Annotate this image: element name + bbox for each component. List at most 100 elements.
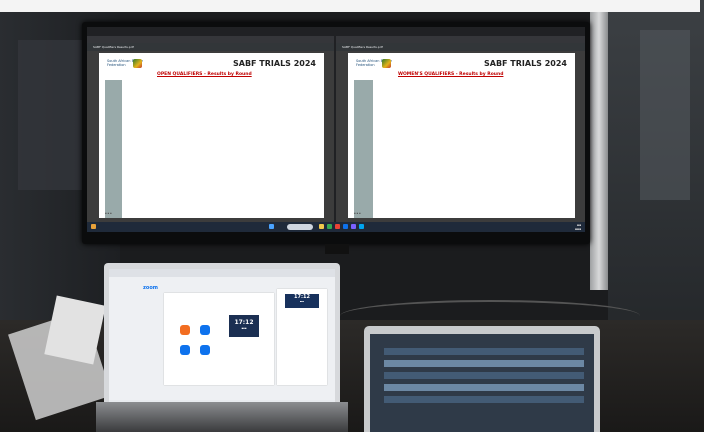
table-row xyxy=(354,194,373,204)
metal-pole xyxy=(590,0,608,290)
table-row xyxy=(354,144,373,153)
table-row xyxy=(105,173,122,182)
doorway xyxy=(640,30,690,200)
pdf-page-women: South African Bridge Federation SABF TRI… xyxy=(348,53,575,218)
table-row xyxy=(354,166,373,175)
app-icon[interactable] xyxy=(359,224,364,229)
table-row xyxy=(105,79,122,89)
browser-tab-strip[interactable] xyxy=(87,27,334,36)
table-row xyxy=(384,372,584,379)
table-cell xyxy=(371,187,373,197)
second-laptop xyxy=(364,326,600,432)
table-row xyxy=(105,144,122,153)
table-cell xyxy=(120,194,122,204)
table-cell xyxy=(120,94,122,103)
table-cell xyxy=(120,115,122,125)
left-browser-window: SABF Qualifiers Results.pdf South Africa… xyxy=(87,27,334,222)
table-cell xyxy=(371,108,373,117)
table-cell xyxy=(120,130,122,139)
table-cell xyxy=(120,79,122,89)
table-cell xyxy=(371,151,373,161)
table-row xyxy=(384,348,584,355)
table-row xyxy=(105,94,122,103)
table-cell xyxy=(120,159,122,168)
table-row xyxy=(354,202,373,211)
table-row xyxy=(354,79,373,89)
app-icon[interactable] xyxy=(335,224,340,229)
table-cell xyxy=(120,209,122,218)
table-row xyxy=(384,360,584,367)
table-row xyxy=(384,384,584,391)
card-clock-time: 17:12 xyxy=(294,294,310,300)
address-bar[interactable] xyxy=(87,36,334,43)
table-cell xyxy=(120,151,122,161)
laptop-screen: zoom 17:12 ▪▪▪ 17:12 ▪▪▪ xyxy=(109,269,335,407)
results-table xyxy=(354,79,373,218)
table-cell xyxy=(371,123,373,132)
table-row xyxy=(105,151,122,161)
table-cell xyxy=(371,180,373,189)
windows-taskbar: ▪▪ ▪▪▪ xyxy=(87,222,585,232)
table-cell xyxy=(120,187,122,197)
table-cell xyxy=(371,87,373,96)
zoom-home-panel xyxy=(164,293,274,385)
table-row xyxy=(105,108,122,117)
weather-icon[interactable] xyxy=(91,224,96,229)
table-cell xyxy=(371,79,373,89)
table-row xyxy=(105,130,122,139)
chrome-icon[interactable] xyxy=(327,224,332,229)
document-title: SABF TRIALS 2024 xyxy=(233,59,316,68)
table-cell xyxy=(120,180,122,189)
join-button[interactable] xyxy=(200,325,210,335)
monitor-screen: SABF Qualifiers Results.pdf South Africa… xyxy=(87,27,585,232)
table-cell xyxy=(371,202,373,211)
laptop: zoom 17:12 ▪▪▪ 17:12 ▪▪▪ xyxy=(104,263,340,415)
new-meeting-button[interactable] xyxy=(180,325,190,335)
top-white-border xyxy=(0,0,700,12)
table-footnote: ▪ ▪ ▪ xyxy=(354,212,361,215)
table-row xyxy=(105,123,122,132)
table-cell xyxy=(120,101,122,110)
table-cell xyxy=(120,202,122,211)
monitor-stand xyxy=(325,244,349,254)
zoom-side-card: 17:12 ▪▪▪ xyxy=(277,289,327,385)
table-cell xyxy=(120,108,122,117)
table-cell xyxy=(371,94,373,103)
pdf-page-open: South African Bridge Federation SABF TRI… xyxy=(99,53,324,218)
table-row xyxy=(105,159,122,168)
table-row xyxy=(105,180,122,189)
taskbar-search[interactable] xyxy=(287,224,313,230)
table-row xyxy=(354,137,373,146)
table-row xyxy=(105,166,122,175)
zoom-taskbar-icon[interactable] xyxy=(343,224,348,229)
schedule-button[interactable] xyxy=(180,345,190,355)
start-icon[interactable] xyxy=(269,224,274,229)
logo-emblem-icon xyxy=(382,59,391,68)
table-row xyxy=(354,187,373,197)
card-clock: 17:12 ▪▪▪ xyxy=(285,294,319,308)
table-cell xyxy=(371,130,373,139)
table-row xyxy=(105,115,122,125)
table-row xyxy=(354,159,373,168)
app-icon[interactable] xyxy=(351,224,356,229)
table-cell xyxy=(371,209,373,218)
pdf-toolbar: SABF Qualifiers Results.pdf xyxy=(87,43,334,51)
photo-scene: SABF Qualifiers Results.pdf South Africa… xyxy=(0,0,704,432)
address-bar[interactable] xyxy=(336,36,585,43)
table-row xyxy=(354,180,373,189)
pdf-toolbar: SABF Qualifiers Results.pdf xyxy=(336,43,585,51)
zoom-clock-widget: 17:12 ▪▪▪ xyxy=(229,315,259,337)
browser-tab-strip[interactable] xyxy=(109,269,335,277)
table-cell xyxy=(120,173,122,182)
table-row xyxy=(384,396,584,403)
explorer-icon[interactable] xyxy=(319,224,324,229)
taskbar-clock: ▪▪ ▪▪▪ xyxy=(574,223,581,231)
browser-tab-strip[interactable] xyxy=(336,27,585,36)
right-browser-window: SABF Qualifiers Results.pdf South Africa… xyxy=(336,27,585,222)
table-cell xyxy=(371,137,373,146)
table-cell xyxy=(371,115,373,125)
table-row xyxy=(354,173,373,182)
table-row xyxy=(354,115,373,125)
table-row xyxy=(105,194,122,204)
share-screen-button[interactable] xyxy=(200,345,210,355)
